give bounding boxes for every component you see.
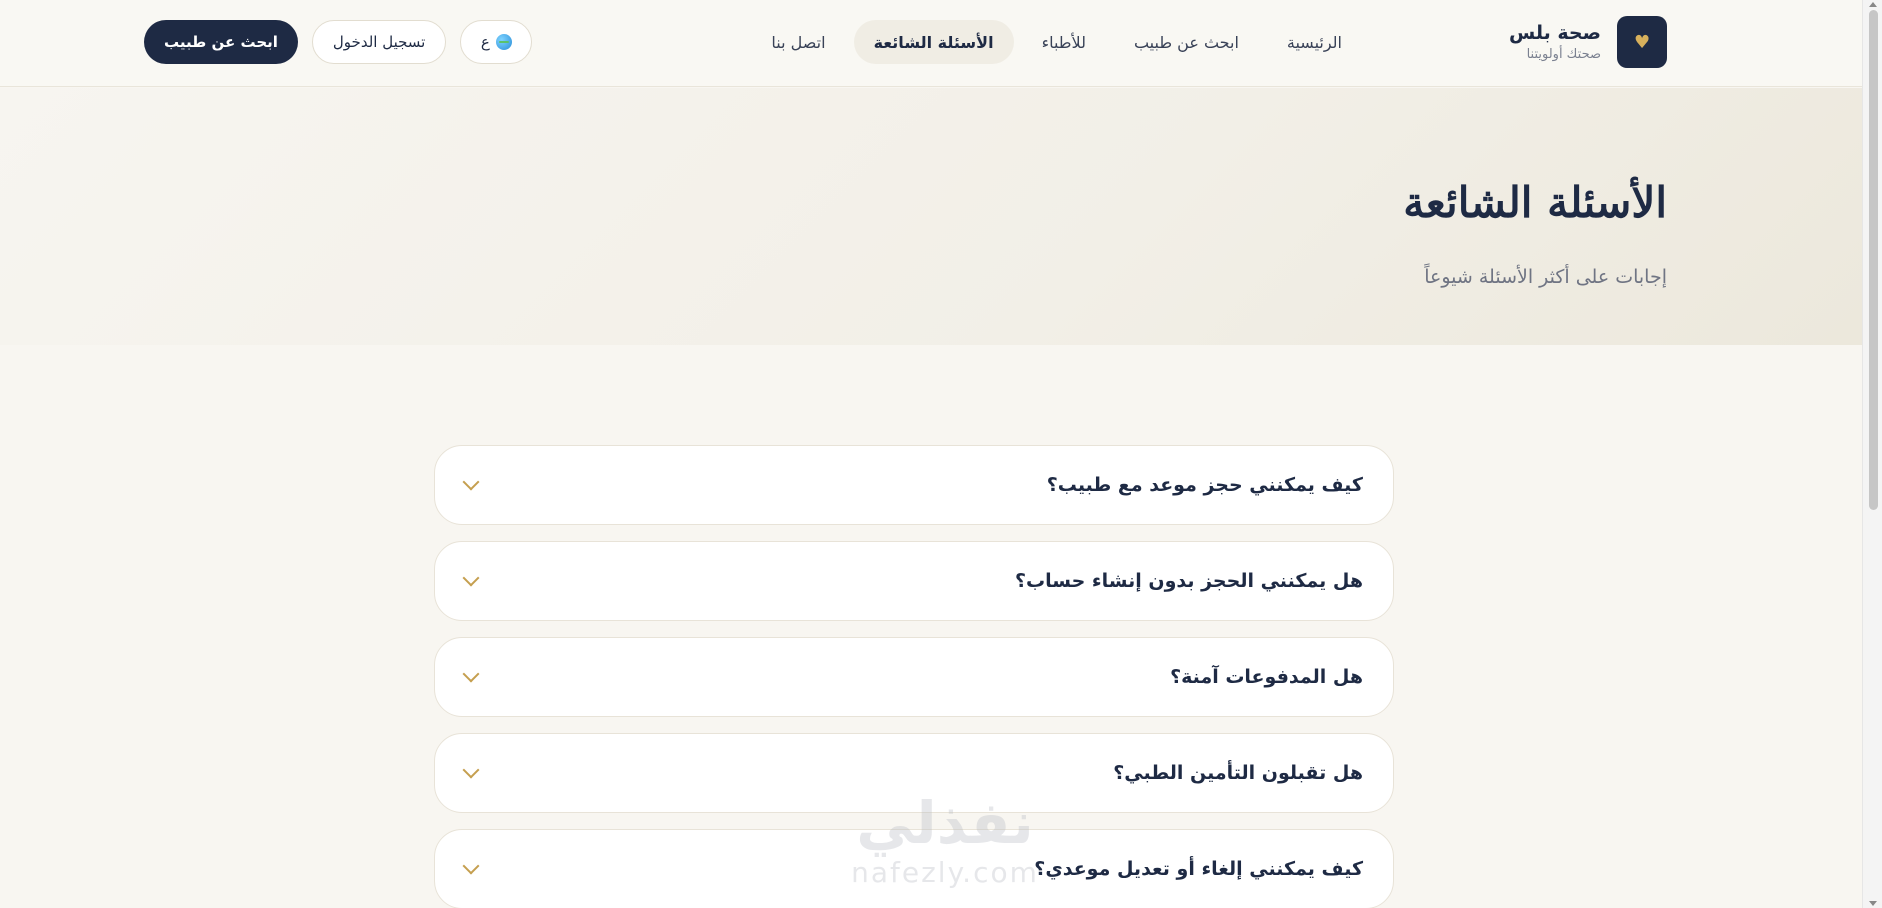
- page-title: الأسئلة الشائعة: [1403, 178, 1667, 227]
- faq-question: هل تقبلون التأمين الطبي؟: [1113, 762, 1363, 784]
- faq-item[interactable]: كيف يمكنني حجز موعد مع طبيب؟: [434, 445, 1394, 525]
- scroll-down-icon[interactable]: [1869, 901, 1877, 906]
- faq-item[interactable]: كيف يمكنني إلغاء أو تعديل موعدي؟: [434, 829, 1394, 908]
- faq-item[interactable]: هل يمكنني الحجز بدون إنشاء حساب؟: [434, 541, 1394, 621]
- brand-logo[interactable]: ♥: [1617, 16, 1667, 68]
- faq-question: كيف يمكنني إلغاء أو تعديل موعدي؟: [1034, 858, 1363, 880]
- brand[interactable]: ♥ صحة بلس صحتك أولويتنا: [1509, 16, 1667, 68]
- brand-text: صحة بلس صحتك أولويتنا: [1509, 20, 1601, 64]
- chevron-down-icon[interactable]: [462, 761, 480, 779]
- brand-name[interactable]: صحة بلس: [1509, 20, 1601, 46]
- main-nav: الرئيسية ابحث عن طبيب للأطباء الأسئلة ال…: [751, 20, 1362, 64]
- find-doctor-button[interactable]: ابحث عن طبيب: [144, 20, 298, 64]
- chevron-down-icon[interactable]: [462, 569, 480, 587]
- nav-item-find-doctor[interactable]: ابحث عن طبيب: [1114, 20, 1259, 64]
- page-subtitle: إجابات على أكثر الأسئلة شيوعاً: [1424, 266, 1667, 288]
- nav-item-home[interactable]: الرئيسية: [1267, 20, 1362, 64]
- nav-item-faq[interactable]: الأسئلة الشائعة: [853, 20, 1014, 64]
- login-button[interactable]: تسجيل الدخول: [311, 20, 447, 64]
- heart-icon: ♥: [1633, 31, 1651, 53]
- nav-item-contact[interactable]: اتصل بنا: [751, 20, 845, 64]
- faq-item[interactable]: هل المدفوعات آمنة؟: [434, 637, 1394, 717]
- globe-icon: [495, 34, 512, 50]
- faq-question: كيف يمكنني حجز موعد مع طبيب؟: [1046, 474, 1363, 496]
- scroll-up-icon[interactable]: [1869, 2, 1877, 7]
- chevron-down-icon[interactable]: [462, 857, 480, 875]
- top-navbar: ♥ صحة بلس صحتك أولويتنا الرئيسية ابحث عن…: [0, 0, 1862, 87]
- faq-question: هل المدفوعات آمنة؟: [1170, 666, 1363, 688]
- language-label: ع: [480, 33, 490, 51]
- chevron-down-icon[interactable]: [462, 665, 480, 683]
- faq-list: كيف يمكنني حجز موعد مع طبيب؟ هل يمكنني ا…: [434, 445, 1394, 908]
- header-actions: ع تسجيل الدخول ابحث عن طبيب: [144, 20, 533, 64]
- nav-item-for-doctors[interactable]: للأطباء: [1022, 20, 1106, 64]
- scrollbar-thumb[interactable]: [1869, 10, 1878, 510]
- language-toggle-button[interactable]: ع: [460, 20, 533, 64]
- page-hero: الأسئلة الشائعة إجابات على أكثر الأسئلة …: [0, 88, 1862, 345]
- faq-item[interactable]: هل تقبلون التأمين الطبي؟: [434, 733, 1394, 813]
- chevron-down-icon[interactable]: [462, 473, 480, 491]
- brand-tagline: صحتك أولويتنا: [1526, 47, 1601, 62]
- faq-question: هل يمكنني الحجز بدون إنشاء حساب؟: [1015, 570, 1363, 592]
- vertical-scrollbar[interactable]: [1862, 0, 1882, 908]
